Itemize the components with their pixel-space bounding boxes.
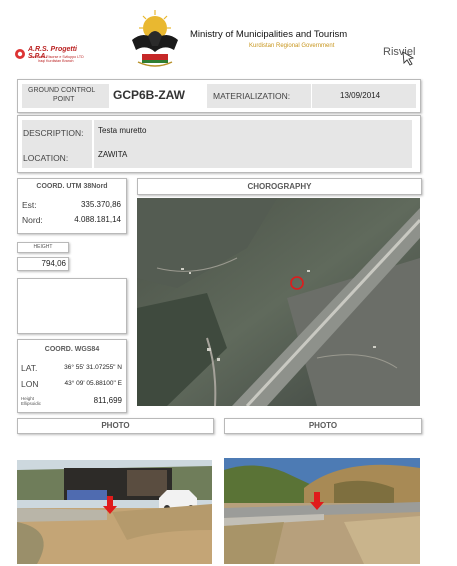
utm-est-value: 335.370,86 xyxy=(80,200,121,209)
wgs-height-label-2: Ellipsoidic xyxy=(21,401,42,406)
gcp-code: GCP6B-ZAW xyxy=(113,88,185,102)
cursor-arrow-icon xyxy=(402,51,415,66)
height-value: 794,06 xyxy=(41,259,66,268)
height-value-box: 794,06 xyxy=(17,257,69,271)
materialization-label: MATERIALIZATION: xyxy=(213,91,291,101)
description-panel: DESCRIPTION: LOCATION: Testa muretto ZAW… xyxy=(17,115,421,173)
height-label: HEIGHT xyxy=(33,244,53,250)
chorography-map xyxy=(137,198,420,406)
ministry-title: Ministry of Municipalities and Tourism xyxy=(190,29,348,40)
ars-line-2: Iraqi Kurdistan Branch xyxy=(38,59,74,63)
location-value: ZAWITA xyxy=(98,150,128,159)
photo-2-header: PHOTO xyxy=(224,418,422,434)
ars-logo: A.R.S. Progetti S.P.A. Ambiente Risorse … xyxy=(14,46,96,68)
description-value: Testa muretto xyxy=(98,126,147,135)
utm-nord-label: Nord: xyxy=(22,215,43,225)
photo-1-title: PHOTO xyxy=(101,421,130,430)
wgs-lon-label: LON xyxy=(21,379,39,389)
chorography-title: CHOROGRAPHY xyxy=(247,182,312,191)
risviel-logo: Risviel xyxy=(383,44,431,68)
location-label: LOCATION: xyxy=(23,153,69,163)
gcp-label-line-1: GROUND CONTROL xyxy=(28,87,96,94)
description-label: DESCRIPTION: xyxy=(23,128,84,138)
wgs-lon-value: 43° 09' 05.88100" E xyxy=(64,380,122,387)
chorography-header: CHOROGRAPHY xyxy=(137,178,422,195)
utm-est-label: Est: xyxy=(22,200,37,210)
empty-panel xyxy=(17,278,127,334)
gcp-panel: GROUND CONTROL POINT GCP6B-ZAW MATERIALI… xyxy=(17,79,421,113)
gcp-label-line-2: POINT xyxy=(53,96,75,103)
kurdistan-emblem-icon xyxy=(132,10,178,67)
wgs-title: COORD. WGS84 xyxy=(44,346,100,353)
utm-panel: COORD. UTM 38Nord Est: 335.370,86 Nord: … xyxy=(17,178,127,234)
height-label-box: HEIGHT xyxy=(17,242,69,253)
utm-title: COORD. UTM 38Nord xyxy=(36,183,108,190)
photo-2-image xyxy=(224,458,420,564)
materialization-date: 13/09/2014 xyxy=(340,91,381,100)
photo-2-title: PHOTO xyxy=(308,421,338,430)
wgs-lat-value: 36° 55' 31.07255" N xyxy=(64,364,122,371)
photo-1-image xyxy=(17,460,212,564)
wgs-height-value: 811,699 xyxy=(93,396,122,405)
wgs-lat-label: LAT. xyxy=(21,363,38,373)
government-subtitle: Kurdistan Regional Government xyxy=(249,43,335,49)
ars-emblem-icon xyxy=(15,49,25,59)
utm-nord-value: 4.088.181,14 xyxy=(74,215,121,224)
wgs-panel: COORD. WGS84 LAT. 36° 55' 31.07255" N LO… xyxy=(17,339,127,413)
photo-1-header: PHOTO xyxy=(17,418,214,434)
